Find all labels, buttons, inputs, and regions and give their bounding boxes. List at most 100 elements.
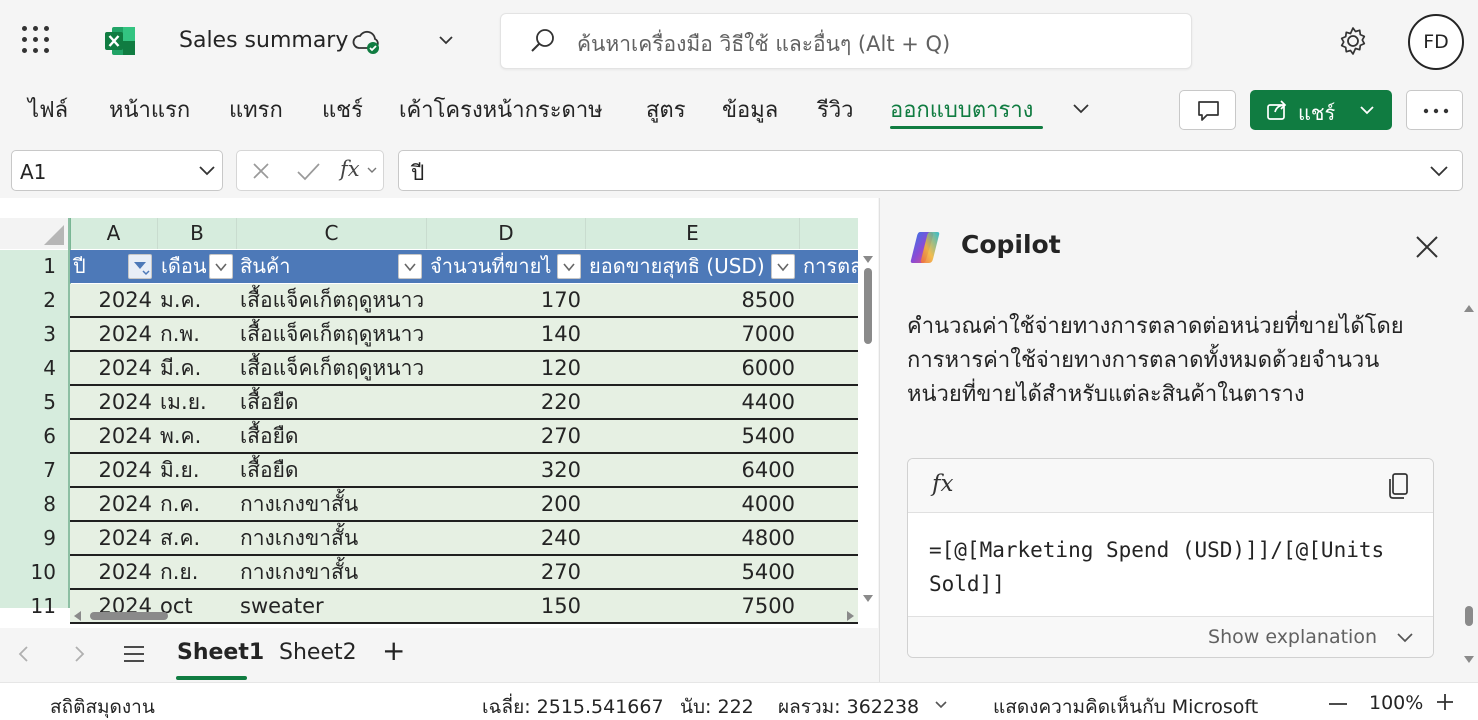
tab-formulas[interactable]: สูตร — [646, 92, 686, 127]
chevron-down-icon[interactable] — [436, 30, 456, 50]
vertical-scrollbar[interactable] — [859, 250, 877, 608]
cell-product[interactable]: เสื้อยืด — [240, 454, 428, 486]
avatar[interactable]: FD — [1408, 14, 1464, 70]
cell-year[interactable]: 2024 — [70, 522, 152, 554]
cell-net-sales[interactable]: 4800 — [586, 522, 795, 554]
row-header[interactable]: 1 — [0, 254, 66, 278]
sheet-tab-1[interactable]: Sheet1 — [177, 640, 264, 665]
chevron-right-icon[interactable] — [71, 645, 87, 663]
cell-units[interactable]: 120 — [430, 352, 581, 384]
cell-units[interactable]: 270 — [430, 420, 581, 452]
cell-product[interactable]: กางเกงขาสั้น — [240, 556, 428, 588]
cell-net-sales[interactable]: 5400 — [586, 556, 795, 588]
cell-year[interactable]: 2024 — [70, 386, 152, 418]
cell-units[interactable]: 200 — [430, 488, 581, 520]
table-header-marketing[interactable]: การตล — [800, 250, 858, 283]
filter-dropdown-icon[interactable] — [771, 254, 795, 279]
cell-units[interactable]: 140 — [430, 318, 581, 350]
more-options-button[interactable] — [1406, 90, 1463, 130]
column-header-e[interactable]: E — [586, 218, 800, 249]
cell-year[interactable]: 2024 — [70, 352, 152, 384]
enter-check-icon[interactable] — [295, 161, 321, 181]
filter-dropdown-icon[interactable] — [557, 254, 581, 279]
cell-year[interactable]: 2024 — [70, 420, 152, 452]
expand-formula-chevron-icon[interactable] — [1429, 164, 1449, 178]
cell-month[interactable]: ก.พ. — [160, 318, 235, 350]
cell-product[interactable]: เสื้อยืด — [240, 420, 428, 452]
row-header[interactable]: 11 — [0, 594, 66, 618]
column-header-a[interactable]: A — [70, 218, 158, 249]
select-all-corner[interactable] — [0, 218, 68, 249]
cell-units[interactable]: 170 — [430, 284, 581, 316]
row-header[interactable]: 4 — [0, 356, 66, 380]
cell-units[interactable]: 270 — [430, 556, 581, 588]
cell-product[interactable]: เสื้อยืด — [240, 386, 428, 418]
tab-file[interactable]: ไฟล์ — [28, 92, 68, 127]
pane-scrollbar[interactable] — [1462, 300, 1476, 670]
show-explanation-button[interactable]: Show explanation — [908, 616, 1433, 657]
workbook-title[interactable]: Sales summary — [179, 28, 348, 53]
formula-input[interactable]: ปี — [398, 150, 1463, 191]
status-options-chevron-icon[interactable] — [934, 700, 948, 710]
row-header[interactable]: 8 — [0, 492, 66, 516]
sort-filter-icon[interactable] — [128, 254, 152, 279]
cell-net-sales[interactable]: 6400 — [586, 454, 795, 486]
filter-dropdown-icon[interactable] — [209, 254, 233, 279]
cell-net-sales[interactable]: 4000 — [586, 488, 795, 520]
share-chevron-icon[interactable] — [1358, 102, 1376, 118]
cell-month[interactable]: ส.ค. — [160, 522, 235, 554]
all-sheets-menu-icon[interactable] — [122, 644, 146, 664]
sheet-tab-2[interactable]: Sheet2 — [279, 640, 357, 665]
filter-dropdown-icon[interactable] — [398, 254, 422, 279]
fx-chevron-icon[interactable] — [367, 167, 377, 175]
column-header-d[interactable]: D — [427, 218, 586, 249]
tab-share[interactable]: แชร์ — [322, 92, 363, 127]
cell-net-sales[interactable]: 6000 — [586, 352, 795, 384]
row-header[interactable]: 2 — [0, 288, 66, 312]
name-box[interactable]: A1 — [11, 150, 223, 191]
table-header-net-sales[interactable]: ยอดขายสุทธิ (USD) — [586, 250, 770, 283]
cell-product[interactable]: กางเกงขาสั้น — [240, 488, 428, 520]
cell-month[interactable]: มี.ค. — [160, 352, 235, 384]
add-sheet-button[interactable]: + — [382, 634, 405, 667]
cell-product[interactable]: เสื้อแจ็คเก็ตฤดูหนาว — [240, 318, 428, 350]
cell-net-sales[interactable]: 5400 — [586, 420, 795, 452]
cell-product[interactable]: เสื้อแจ็คเก็ตฤดูหนาว — [240, 352, 428, 384]
row-header[interactable]: 7 — [0, 458, 66, 482]
cloud-saved-icon[interactable] — [352, 28, 382, 56]
workbook-statistics-button[interactable]: สถิติสมุดงาน — [50, 692, 155, 720]
cell-units[interactable]: 220 — [430, 386, 581, 418]
cell-year[interactable]: 2024 — [70, 556, 152, 588]
insert-function-icon[interactable]: fx — [340, 157, 360, 181]
app-launcher-icon[interactable] — [22, 26, 52, 56]
cancel-icon[interactable] — [251, 161, 271, 181]
tab-insert[interactable]: แทรก — [229, 92, 283, 127]
cell-month[interactable]: ก.ย. — [160, 556, 235, 588]
row-header[interactable]: 9 — [0, 526, 66, 550]
column-header-b[interactable]: B — [158, 218, 237, 249]
cell-net-sales[interactable]: 8500 — [586, 284, 795, 316]
cell-year[interactable]: 2024 — [70, 284, 152, 316]
share-button[interactable]: แชร์ — [1250, 90, 1392, 130]
table-header-units[interactable]: จำนวนที่ขายไ — [427, 250, 555, 283]
horizontal-scrollbar[interactable] — [70, 606, 858, 626]
tab-home[interactable]: หน้าแรก — [109, 92, 190, 127]
cell-product[interactable]: เสื้อแจ็คเก็ตฤดูหนาว — [240, 284, 428, 316]
tab-page-layout[interactable]: เค้าโครงหน้ากระดาษ — [399, 92, 603, 127]
suggested-formula[interactable]: =[@[Marketing Spend (USD)]]/[@[Units Sol… — [929, 533, 1419, 601]
cell-net-sales[interactable]: 7000 — [586, 318, 795, 350]
column-header-c[interactable]: C — [237, 218, 427, 249]
cell-units[interactable]: 240 — [430, 522, 581, 554]
row-header[interactable]: 3 — [0, 322, 66, 346]
chevron-left-icon[interactable] — [16, 645, 32, 663]
cell-year[interactable]: 2024 — [70, 454, 152, 486]
name-box-chevron-icon[interactable] — [198, 164, 216, 178]
zoom-in-icon[interactable] — [1435, 692, 1455, 712]
copy-icon[interactable] — [1386, 472, 1412, 500]
more-tabs-chevron-icon[interactable] — [1070, 98, 1092, 120]
comments-button[interactable] — [1179, 90, 1236, 130]
tab-review[interactable]: รีวิว — [817, 92, 854, 127]
cell-month[interactable]: ม.ค. — [160, 284, 235, 316]
cell-units[interactable]: 320 — [430, 454, 581, 486]
cell-year[interactable]: 2024 — [70, 318, 152, 350]
